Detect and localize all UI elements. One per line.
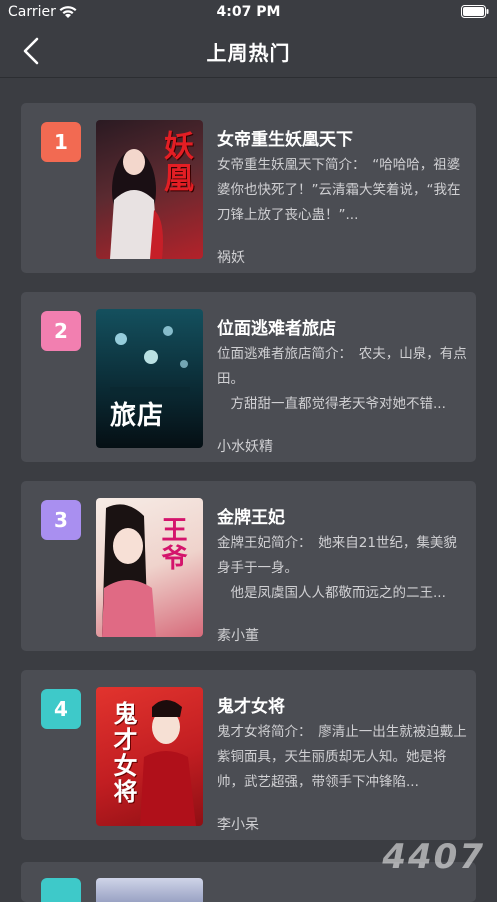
book-title: 鬼才女将 <box>217 692 285 717</box>
book-description: 女帝重生妖凰天下简介： “哈哈哈，祖婆婆你也快死了！”云清霜大笑着说，“我在刀锋… <box>217 153 467 228</box>
rank-badge: 3 <box>41 500 81 540</box>
cover-title: 王爷 <box>154 516 191 572</box>
cover-title: 旅店 <box>110 395 164 432</box>
book-cover: 旅店 <box>96 309 203 448</box>
book-title: 女帝重生妖凰天下 <box>217 125 353 150</box>
book-author: 李小呆 <box>217 814 259 834</box>
book-list: 1 妖凰 女帝重生妖凰天下 女帝重生妖凰天下简介： “哈哈哈，祖婆婆你也快死了！… <box>21 103 476 859</box>
book-description: 位面逃难者旅店简介： 农夫，山泉，有点田。 方甜甜一直都觉得老天爷对她不错... <box>217 342 467 417</box>
page-title: 上周热门 <box>0 37 497 66</box>
book-author: 祸妖 <box>217 247 245 267</box>
book-description: 金牌王妃简介： 她来自21世纪，集美貌身手于一身。 他是凤虞国人人都敬而远之的二… <box>217 531 467 606</box>
status-time: 4:07 PM <box>0 4 497 20</box>
cover-title: 妖凰 <box>153 130 197 194</box>
book-card[interactable]: 2 旅店 位面逃难者旅店 位面逃难者旅店简介： 农夫，山泉，有点田。 方甜甜一直… <box>21 292 476 462</box>
book-author: 素小董 <box>217 625 259 645</box>
book-card[interactable]: 3 王爷 金牌王妃 金牌王妃简介： 她来自21世纪，集美貌身手于一身。 他是凤虞… <box>21 481 476 651</box>
rank-badge-partial <box>41 878 81 902</box>
book-cover: 妖凰 <box>96 120 203 259</box>
cover-title: 鬼才女将 <box>106 701 141 805</box>
book-cover-partial <box>96 878 203 902</box>
rank-badge: 2 <box>41 311 81 351</box>
book-card[interactable]: 1 妖凰 女帝重生妖凰天下 女帝重生妖凰天下简介： “哈哈哈，祖婆婆你也快死了！… <box>21 103 476 273</box>
book-description: 鬼才女将简介： 廖清止一出生就被迫戴上紫铜面具，天生丽质却无人知。她是将帅，武艺… <box>217 720 467 795</box>
status-bar: Carrier 4:07 PM <box>0 0 497 24</box>
book-author: 小水妖精 <box>217 436 273 456</box>
rank-badge: 4 <box>41 689 81 729</box>
rank-badge: 1 <box>41 122 81 162</box>
book-cover: 鬼才女将 <box>96 687 203 826</box>
battery-icon <box>461 5 489 18</box>
book-title: 金牌王妃 <box>217 503 285 528</box>
book-card[interactable]: 4 鬼才女将 鬼才女将 鬼才女将简介： 廖清止一出生就被迫戴上紫铜面具，天生丽质… <box>21 670 476 840</box>
watermark-logo: 4407 <box>382 837 485 877</box>
nav-bar: 上周热门 <box>0 24 497 78</box>
book-cover: 王爷 <box>96 498 203 637</box>
book-title: 位面逃难者旅店 <box>217 314 336 339</box>
